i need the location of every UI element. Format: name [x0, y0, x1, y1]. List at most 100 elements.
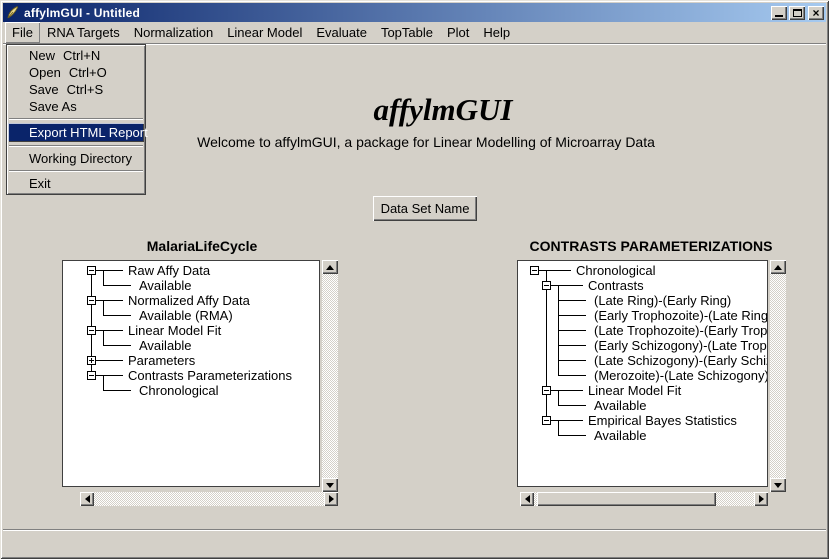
tree-node-label[interactable]: (Early Trophozoite)-(Late Ring): [594, 308, 768, 323]
tree-node-label[interactable]: Available (RMA): [139, 308, 233, 323]
menubar-item-help[interactable]: Help: [476, 22, 517, 43]
right-panel-heading: CONTRASTS PARAMETERIZATIONS: [530, 238, 773, 254]
tree-node-label[interactable]: Raw Affy Data: [128, 263, 210, 278]
tree-toggle-minus-icon[interactable]: [87, 371, 96, 380]
tree-node-label[interactable]: Parameters: [128, 353, 195, 368]
tree-connector-line: [103, 315, 131, 316]
menu-item-export-html-report[interactable]: Export HTML Report: [8, 123, 144, 142]
scroll-down-button[interactable]: [770, 478, 786, 492]
tree-node-label[interactable]: Chronological: [139, 383, 219, 398]
left-vertical-scrollbar[interactable]: [322, 260, 338, 492]
scroll-up-button[interactable]: [770, 260, 786, 274]
tree-node-label[interactable]: Linear Model Fit: [128, 323, 221, 338]
right-vertical-scrollbar[interactable]: [770, 260, 786, 492]
tree-toggle-minus-icon[interactable]: [87, 326, 96, 335]
scroll-right-button[interactable]: [324, 492, 338, 506]
tree-node-label[interactable]: (Late Trophozoite)-(Early Trophozoite): [594, 323, 768, 338]
tree-connector-line: [558, 375, 586, 376]
tree-node-label[interactable]: Linear Model Fit: [588, 383, 681, 398]
menu-item-shortcut: Ctrl+S: [67, 82, 103, 97]
minimize-button[interactable]: [771, 6, 787, 20]
menubar-item-file[interactable]: File: [5, 22, 40, 43]
tree-node-label[interactable]: (Late Schizogony)-(Early Schizogony): [594, 353, 768, 368]
welcome-text: Welcome to affylmGUI, a package for Line…: [197, 134, 655, 150]
tree-connector-line: [551, 390, 583, 391]
scroll-up-button[interactable]: [322, 260, 338, 274]
tree-node-label[interactable]: Available: [139, 338, 192, 353]
menu-item-open[interactable]: OpenCtrl+O: [8, 64, 144, 81]
bottom-separator: [3, 529, 826, 531]
tree-connector-line: [96, 375, 123, 376]
menu-item-save-as[interactable]: Save As: [8, 98, 144, 115]
scroll-down-button[interactable]: [322, 478, 338, 492]
scrollbar-thumb[interactable]: [537, 492, 716, 506]
maximize-icon: [793, 9, 802, 17]
menu-item-shortcut: Ctrl+N: [63, 48, 100, 63]
arrow-up-icon: [326, 265, 334, 270]
tree-node-label[interactable]: Available: [139, 278, 192, 293]
app-title: affylmGUI: [374, 92, 513, 128]
tree-node-label[interactable]: Contrasts: [588, 278, 644, 293]
tree-node-label[interactable]: Contrasts Parameterizations: [128, 368, 292, 383]
tree-connector-line: [103, 390, 131, 391]
title-bar: affylmGUI - Untitled ×: [3, 3, 826, 22]
menu-item-label: Working Directory: [29, 151, 132, 166]
menu-item-save[interactable]: SaveCtrl+S: [8, 81, 144, 98]
scrollbar-track[interactable]: [534, 492, 754, 506]
menu-item-exit[interactable]: Exit: [8, 175, 144, 192]
data-set-name-button[interactable]: Data Set Name: [373, 196, 477, 221]
tree-connector-line: [558, 420, 559, 435]
tree-connector-line: [558, 315, 586, 316]
menubar-item-plot[interactable]: Plot: [440, 22, 476, 43]
menubar-item-linear-model[interactable]: Linear Model: [220, 22, 309, 43]
tree-toggle-minus-icon[interactable]: [530, 266, 539, 275]
left-horizontal-scrollbar[interactable]: [80, 492, 338, 506]
tree-node-label[interactable]: (Late Ring)-(Early Ring): [594, 293, 731, 308]
tree-toggle-minus-icon[interactable]: [87, 266, 96, 275]
menubar-item-normalization[interactable]: Normalization: [127, 22, 220, 43]
scroll-right-button[interactable]: [754, 492, 768, 506]
tree-toggle-minus-icon[interactable]: [87, 296, 96, 305]
tree-connector-line: [546, 270, 547, 420]
tree-connector-line: [103, 375, 104, 390]
application-window: affylmGUI - Untitled × FileRNA TargetsNo…: [0, 0, 829, 559]
arrow-right-icon: [329, 495, 334, 503]
menubar-item-toptable[interactable]: TopTable: [374, 22, 440, 43]
menu-item-working-directory[interactable]: Working Directory: [8, 150, 144, 167]
right-tree-panel[interactable]: ChronologicalContrasts Linear Model Fit Em…: [517, 260, 768, 487]
left-tree-panel[interactable]: Raw Affy Data Normalized Affy Data Linear …: [62, 260, 320, 487]
tree-node-label[interactable]: (Early Schizogony)-(Late Trophozoite): [594, 338, 768, 353]
feather-icon[interactable]: [5, 5, 20, 20]
menu-item-label: New: [29, 48, 55, 63]
menu-item-new[interactable]: New Ctrl+N: [8, 47, 144, 64]
tree-toggle-minus-icon[interactable]: [542, 281, 551, 290]
tree-toggle-minus-icon[interactable]: [542, 416, 551, 425]
tree-node-label[interactable]: (Merozoite)-(Late Schizogony): [594, 368, 768, 383]
tree-node-label[interactable]: Available: [594, 428, 647, 443]
tree-node-label[interactable]: Normalized Affy Data: [128, 293, 250, 308]
tree-connector-line: [558, 300, 586, 301]
menubar-item-rna-targets[interactable]: RNA Targets: [40, 22, 127, 43]
scroll-left-button[interactable]: [80, 492, 94, 506]
window-title: affylmGUI - Untitled: [24, 6, 771, 20]
tree-connector-line: [103, 270, 104, 285]
tree-node-label[interactable]: Empirical Bayes Statistics: [588, 413, 737, 428]
scrollbar-track[interactable]: [322, 274, 338, 478]
tree-toggle-plus-icon[interactable]: [87, 356, 96, 365]
tree-node-label[interactable]: Available: [594, 398, 647, 413]
maximize-button[interactable]: [789, 6, 805, 20]
tree-toggle-minus-icon[interactable]: [542, 386, 551, 395]
close-icon: ×: [812, 8, 819, 18]
close-button[interactable]: ×: [808, 6, 824, 20]
menubar-item-evaluate[interactable]: Evaluate: [309, 22, 374, 43]
tree-node-label[interactable]: Chronological: [576, 263, 656, 278]
arrow-down-icon: [326, 483, 334, 488]
right-horizontal-scrollbar[interactable]: [520, 492, 768, 506]
scroll-left-button[interactable]: [520, 492, 534, 506]
scrollbar-track[interactable]: [94, 492, 324, 506]
menu-item-label: Exit: [29, 176, 51, 191]
menu-separator: [9, 145, 143, 147]
tree-connector-line: [539, 270, 571, 271]
scrollbar-track[interactable]: [770, 274, 786, 478]
tree-connector-line: [558, 390, 559, 405]
